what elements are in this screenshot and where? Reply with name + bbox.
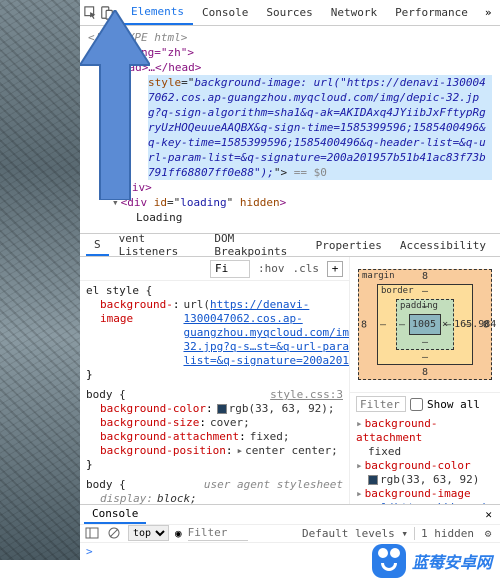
styles-pane: :hov .cls + el style { background-image:… xyxy=(80,257,350,504)
subtab-dom-breakpoints[interactable]: DOM Breakpoints xyxy=(206,234,305,256)
device-toggle-icon[interactable] xyxy=(100,5,114,21)
computed-filter-input[interactable] xyxy=(356,396,406,412)
dom-tree[interactable]: <!DOCTYPE html> <html lang="zh"> ▸<head>… xyxy=(80,26,500,233)
context-selector[interactable]: top xyxy=(128,525,169,541)
subtab-styles[interactable]: S xyxy=(86,234,109,256)
tab-console[interactable]: Console xyxy=(193,0,257,25)
devtools-panel: Elements Console Sources Network Perform… xyxy=(80,0,500,560)
watermark-logo-icon xyxy=(372,544,406,578)
inspect-icon[interactable] xyxy=(84,5,98,21)
styles-toolbar: :hov .cls + xyxy=(80,257,349,281)
show-all-label: Show all xyxy=(427,398,480,411)
tab-sources[interactable]: Sources xyxy=(257,0,321,25)
loading-div[interactable]: ▾<div id="loading" hidden> xyxy=(88,195,492,210)
computed-list[interactable]: ▸background-attachmentfixed ▸background-… xyxy=(350,415,500,504)
live-expr-icon[interactable]: ◉ xyxy=(175,527,182,540)
hov-toggle[interactable]: :hov xyxy=(258,262,285,275)
tabs-overflow[interactable]: » xyxy=(479,6,498,19)
box-model[interactable]: margin 8888 border –––– padding –––– 100… xyxy=(350,257,500,392)
page-background xyxy=(0,0,80,560)
tab-performance[interactable]: Performance xyxy=(386,0,477,25)
log-levels[interactable]: Default levels ▾ xyxy=(302,527,408,540)
color-swatch[interactable] xyxy=(217,404,227,414)
style-rules[interactable]: el style { background-image:url(https://… xyxy=(80,281,349,504)
lower-panes: :hov .cls + el style { background-image:… xyxy=(80,257,500,504)
head-tag[interactable]: ▸<head>…</head> xyxy=(88,60,492,75)
sidebar-toggle-icon[interactable] xyxy=(84,525,100,541)
subtab-properties[interactable]: Properties xyxy=(308,234,390,256)
rule-body-ua[interactable]: body {user agent stylesheet display:bloc… xyxy=(86,478,343,504)
doctype[interactable]: <!DOCTYPE html> xyxy=(88,30,492,45)
console-filter-input[interactable] xyxy=(188,525,248,541)
computed-filter-bar: Show all xyxy=(350,392,500,415)
elements-sub-tabs: S vent Listeners DOM Breakpoints Propert… xyxy=(80,233,500,257)
main-tabs: Elements Console Sources Network Perform… xyxy=(122,0,477,25)
html-tag[interactable]: <html lang="zh"> xyxy=(88,45,492,60)
show-all-checkbox[interactable] xyxy=(410,398,423,411)
rule-element-style[interactable]: el style { background-image:url(https://… xyxy=(86,284,343,382)
watermark-text: 蓝莓安卓网 xyxy=(412,549,492,573)
box-model-content: 1005 × 165.984 xyxy=(409,314,441,335)
styles-filter-input[interactable] xyxy=(210,260,250,278)
subtab-event-listeners[interactable]: vent Listeners xyxy=(111,234,205,256)
new-rule-button[interactable]: + xyxy=(327,261,343,277)
settings-icon[interactable]: ⚙ xyxy=(480,525,496,541)
main-toolbar: Elements Console Sources Network Perform… xyxy=(80,0,500,26)
drawer-tab-console[interactable]: Console xyxy=(84,505,146,524)
rule-body-stylesheet[interactable]: body {style.css:3 background-color:rgb(3… xyxy=(86,388,343,472)
hidden-count[interactable]: 1 hidden xyxy=(414,527,474,540)
loading-text[interactable]: Loading xyxy=(88,210,492,225)
computed-pane: margin 8888 border –––– padding –––– 100… xyxy=(350,257,500,504)
body-tag-selected[interactable]: style="background-image: url("https://de… xyxy=(148,75,492,180)
drawer-close-icon[interactable]: ✕ xyxy=(481,508,496,521)
subtab-accessibility[interactable]: Accessibility xyxy=(392,234,494,256)
watermark: 蓝莓安卓网 xyxy=(372,544,492,578)
tab-elements[interactable]: Elements xyxy=(122,0,193,25)
tab-network[interactable]: Network xyxy=(322,0,386,25)
clear-console-icon[interactable] xyxy=(106,525,122,541)
div-close[interactable]: </div> xyxy=(88,180,492,195)
cls-toggle[interactable]: .cls xyxy=(293,262,320,275)
